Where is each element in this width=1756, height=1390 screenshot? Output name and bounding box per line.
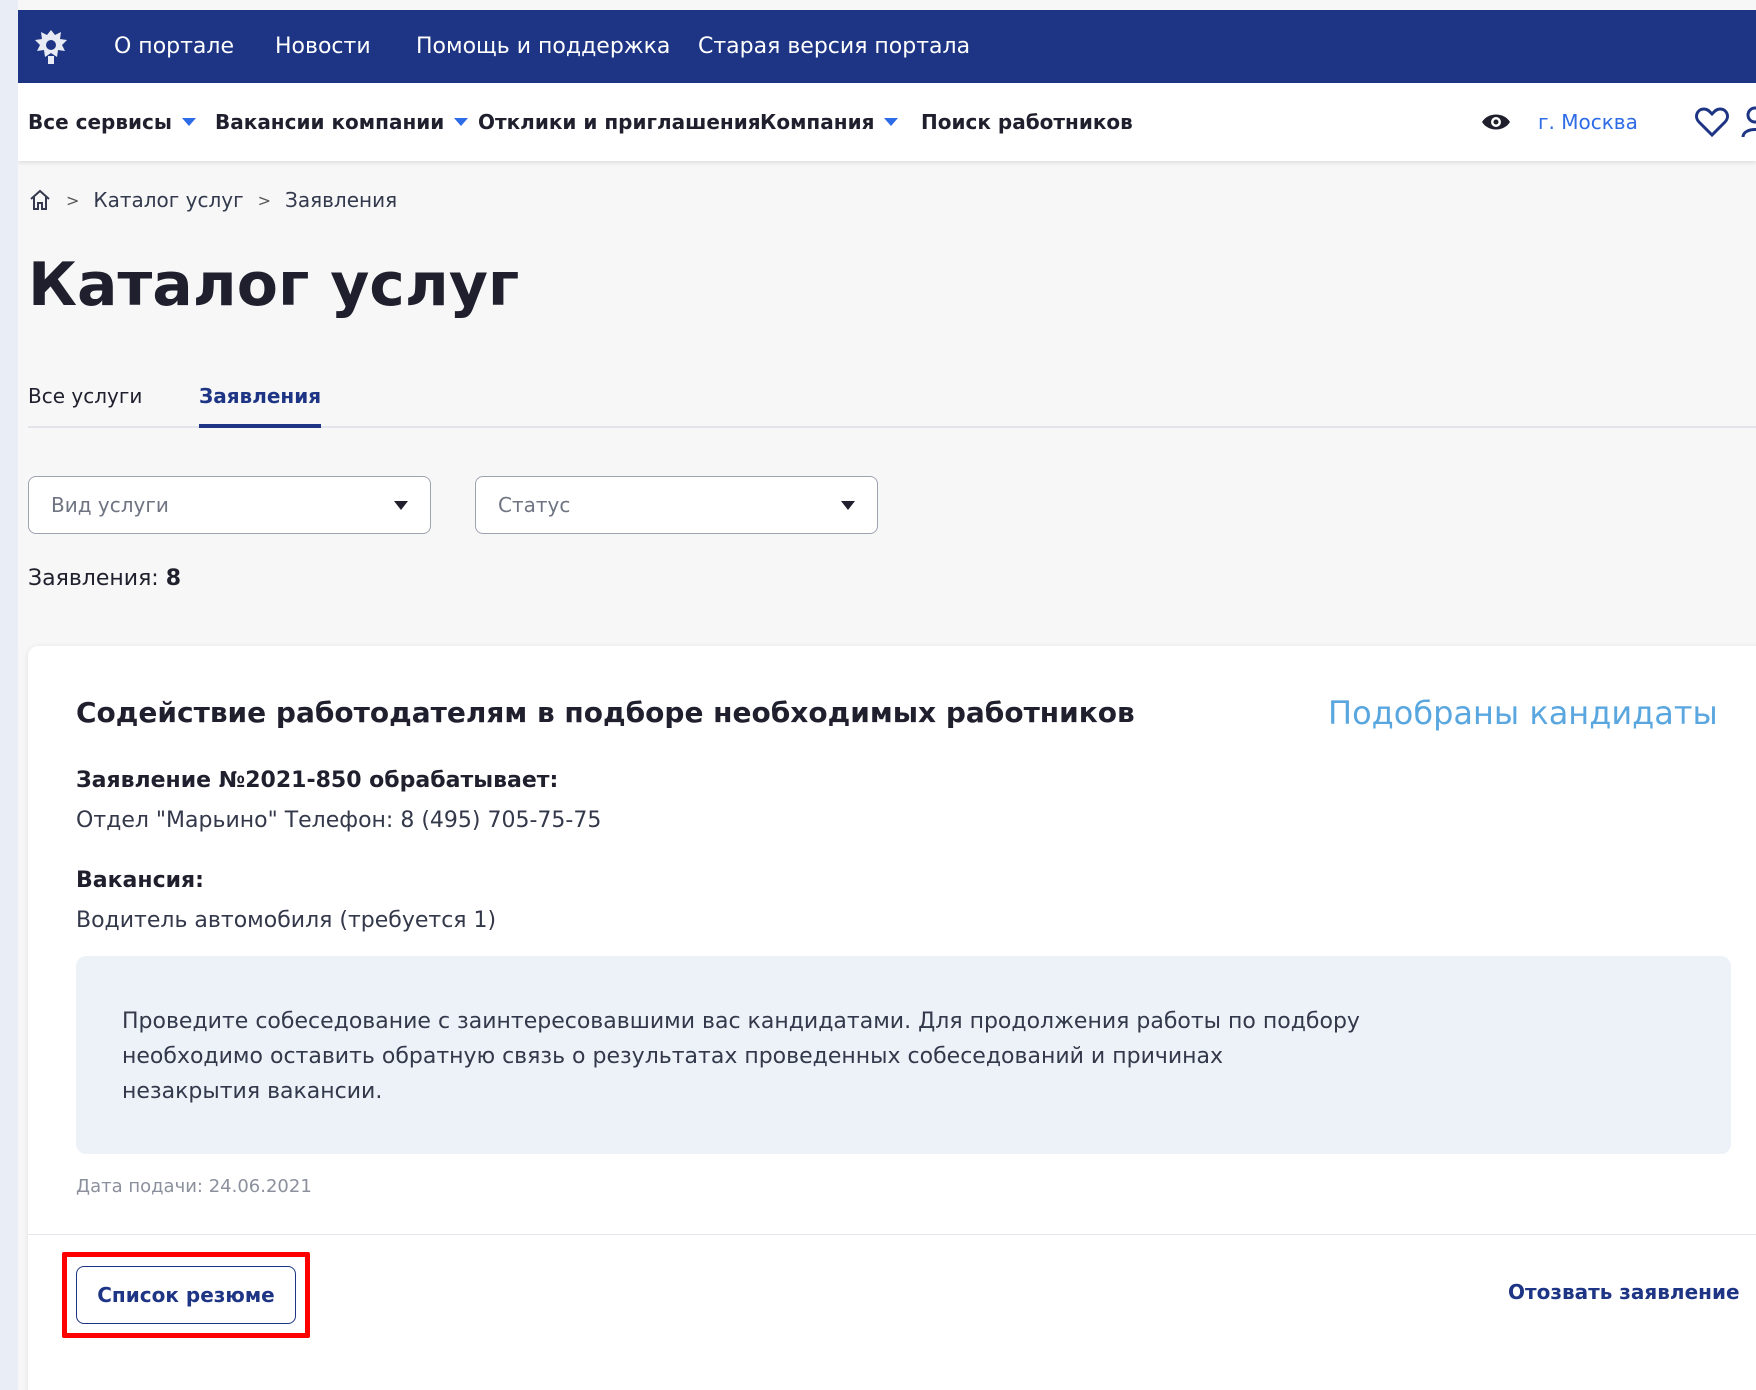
nav-search-workers[interactable]: Поиск работников bbox=[921, 83, 1133, 161]
breadcrumb: > Каталог услуг > Заявления bbox=[28, 186, 397, 214]
submission-date: Дата подачи: 24.06.2021 bbox=[76, 1176, 312, 1197]
nav-all-services[interactable]: Все сервисы bbox=[28, 83, 196, 161]
top-header-bar: О портале Новости Помощь и поддержка Ста… bbox=[18, 10, 1756, 83]
breadcrumb-applications: Заявления bbox=[285, 188, 398, 212]
service-type-select[interactable]: Вид услуги bbox=[28, 476, 431, 534]
vacancy-label: Вакансия: bbox=[76, 868, 204, 893]
nav-company-label: Компания bbox=[760, 110, 875, 134]
resume-list-button[interactable]: Список резюме bbox=[76, 1266, 296, 1324]
handler-label: Заявление №2021-850 обрабатывает: bbox=[76, 768, 559, 793]
revoke-application-link[interactable]: Отозвать заявление bbox=[1508, 1280, 1740, 1304]
breadcrumb-separator: > bbox=[66, 190, 80, 210]
city-selector[interactable]: г. Москва bbox=[1538, 83, 1638, 161]
info-note-text: Проведите собеседование с заинтересовавш… bbox=[122, 1009, 1360, 1104]
user-icon[interactable] bbox=[1740, 105, 1756, 139]
eye-icon[interactable] bbox=[1480, 109, 1512, 135]
status-placeholder: Статус bbox=[498, 493, 571, 517]
chevron-down-icon bbox=[454, 118, 469, 126]
application-card: Содействие работодателям в подборе необх… bbox=[28, 646, 1756, 1390]
breadcrumb-separator: > bbox=[257, 190, 272, 210]
status-select[interactable]: Статус bbox=[475, 476, 878, 534]
service-type-placeholder: Вид услуги bbox=[51, 493, 169, 517]
tab-bar: Все услуги Заявления bbox=[28, 370, 1756, 428]
chevron-down-icon bbox=[394, 501, 408, 510]
nav-help[interactable]: Помощь и поддержка bbox=[416, 10, 670, 83]
tab-applications[interactable]: Заявления bbox=[199, 384, 322, 428]
tab-all-services[interactable]: Все услуги bbox=[28, 384, 142, 408]
nav-all-services-label: Все сервисы bbox=[28, 110, 172, 134]
nav-news[interactable]: Новости bbox=[275, 10, 371, 83]
page-title: Каталог услуг bbox=[28, 250, 520, 320]
nav-search-workers-label: Поиск работников bbox=[921, 110, 1133, 134]
chevron-down-icon bbox=[884, 118, 899, 126]
left-edge-strip bbox=[0, 0, 18, 1390]
card-divider bbox=[28, 1234, 1756, 1235]
chevron-down-icon bbox=[841, 501, 855, 510]
nav-company-vacancies-label: Вакансии компании bbox=[215, 110, 445, 134]
coat-of-arms-icon[interactable] bbox=[30, 26, 72, 68]
nav-responses-invitations[interactable]: Отклики и приглашения bbox=[478, 83, 761, 161]
nav-about[interactable]: О портале bbox=[114, 10, 234, 83]
heart-icon[interactable] bbox=[1694, 105, 1730, 139]
breadcrumb-catalog[interactable]: Каталог услуг bbox=[93, 188, 243, 212]
chevron-down-icon bbox=[181, 118, 196, 126]
nav-responses-invitations-label: Отклики и приглашения bbox=[478, 110, 761, 134]
applications-count-value: 8 bbox=[165, 566, 182, 591]
nav-company[interactable]: Компания bbox=[760, 83, 899, 161]
nav-old-version[interactable]: Старая версия портала bbox=[698, 10, 970, 83]
nav-company-vacancies[interactable]: Вакансии компании bbox=[215, 83, 469, 161]
application-status: Подобраны кандидаты bbox=[1328, 694, 1718, 732]
home-icon[interactable] bbox=[28, 188, 52, 212]
handler-value: Отдел "Марьино" Телефон: 8 (495) 705-75-… bbox=[76, 808, 602, 833]
secondary-nav: Все сервисы Вакансии компании Отклики и … bbox=[18, 83, 1756, 161]
info-note: Проведите собеседование с заинтересовавш… bbox=[76, 956, 1731, 1154]
page: О портале Новости Помощь и поддержка Ста… bbox=[18, 0, 1756, 1390]
vacancy-value: Водитель автомобиля (требуется 1) bbox=[76, 908, 497, 933]
applications-count-label: Заявления: bbox=[28, 566, 159, 591]
applications-count: Заявления: 8 bbox=[28, 566, 181, 591]
application-title: Содействие работодателям в подборе необх… bbox=[76, 696, 1135, 729]
